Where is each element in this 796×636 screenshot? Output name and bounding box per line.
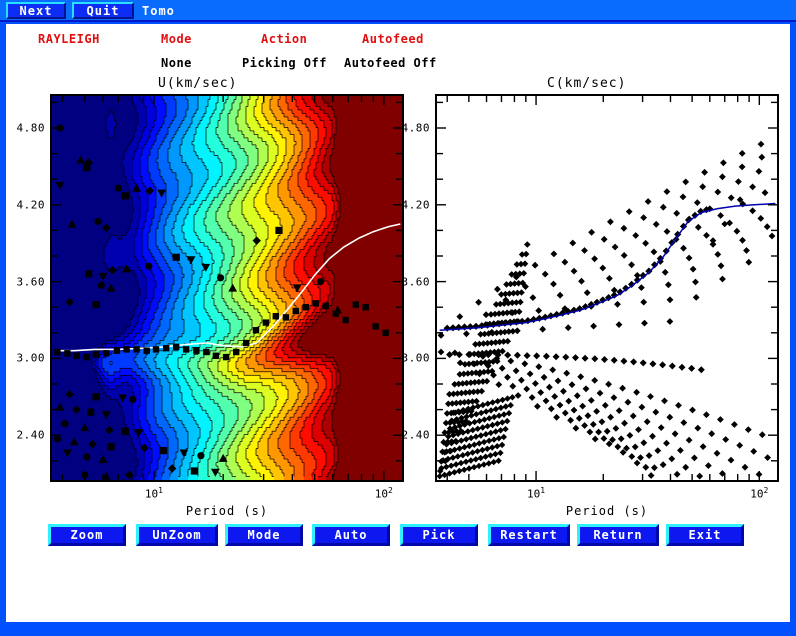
action-button-mode[interactable]: Mode bbox=[225, 524, 303, 546]
left-x-axis-title: Period (s) bbox=[186, 504, 268, 518]
app-title-label: Tomo bbox=[142, 4, 175, 18]
left-x-tick-label: 101 bbox=[145, 486, 163, 501]
phase-velocity-scatter bbox=[437, 96, 777, 480]
action-header-label: Action bbox=[261, 32, 307, 46]
group-velocity-heatmap bbox=[52, 96, 402, 480]
group-velocity-plot-area[interactable] bbox=[52, 96, 402, 480]
phase-velocity-plot-area[interactable] bbox=[437, 96, 777, 480]
autofeed-header-label: Autofeed bbox=[362, 32, 424, 46]
action-button-unzoom[interactable]: UnZoom bbox=[136, 524, 218, 546]
action-button-return[interactable]: Return bbox=[577, 524, 659, 546]
right-x-axis-title: Period (s) bbox=[566, 504, 648, 518]
menu-bar: Next Quit Tomo bbox=[0, 0, 796, 22]
left-y-tick-label: 4.80 bbox=[17, 122, 46, 135]
menu-button-quit[interactable]: Quit bbox=[72, 2, 134, 19]
right-y-tick-label: 4.20 bbox=[402, 198, 431, 211]
left-y-tick-label: 2.40 bbox=[17, 429, 46, 442]
menu-button-next[interactable]: Next bbox=[6, 2, 66, 19]
action-button-restart[interactable]: Restart bbox=[488, 524, 570, 546]
left-y-tick-label: 4.20 bbox=[17, 198, 46, 211]
wave-type-label: RAYLEIGH bbox=[38, 32, 100, 46]
left-y-tick-label: 3.00 bbox=[17, 352, 46, 365]
plot-canvas: RAYLEIGH Mode Action Autofeed None Picki… bbox=[6, 24, 790, 622]
action-button-bar: Zoom UnZoom Mode Auto Pick Restart Return Exit bbox=[6, 524, 790, 550]
action-button-zoom[interactable]: Zoom bbox=[48, 524, 126, 546]
mode-value: None bbox=[161, 56, 192, 70]
right-x-tick-label: 101 bbox=[527, 486, 545, 501]
action-value: Picking Off bbox=[242, 56, 327, 70]
left-y-tick-label: 3.60 bbox=[17, 275, 46, 288]
action-button-auto[interactable]: Auto bbox=[312, 524, 390, 546]
right-y-tick-label: 3.00 bbox=[402, 352, 431, 365]
group-velocity-plot[interactable]: 4.80 4.20 3.60 3.00 2.40 101 102 Period (s) bbox=[50, 94, 404, 482]
right-y-tick-label: 4.80 bbox=[402, 122, 431, 135]
right-x-tick-label: 102 bbox=[750, 486, 768, 501]
phase-velocity-plot[interactable]: 4.80 4.20 3.60 3.00 2.40 101 102 Period (s) bbox=[435, 94, 779, 482]
action-button-pick[interactable]: Pick bbox=[400, 524, 478, 546]
left-x-tick-label: 102 bbox=[375, 486, 393, 501]
autofeed-value: Autofeed Off bbox=[344, 56, 437, 70]
right-y-tick-label: 3.60 bbox=[402, 275, 431, 288]
right-y-tick-label: 2.40 bbox=[402, 429, 431, 442]
action-button-exit[interactable]: Exit bbox=[666, 524, 744, 546]
left-plot-title: U(km/sec) bbox=[158, 76, 237, 91]
right-plot-title: C(km/sec) bbox=[547, 76, 626, 91]
mode-header-label: Mode bbox=[161, 32, 192, 46]
application-window: Next Quit Tomo RAYLEIGH Mode Action Auto… bbox=[0, 0, 796, 636]
